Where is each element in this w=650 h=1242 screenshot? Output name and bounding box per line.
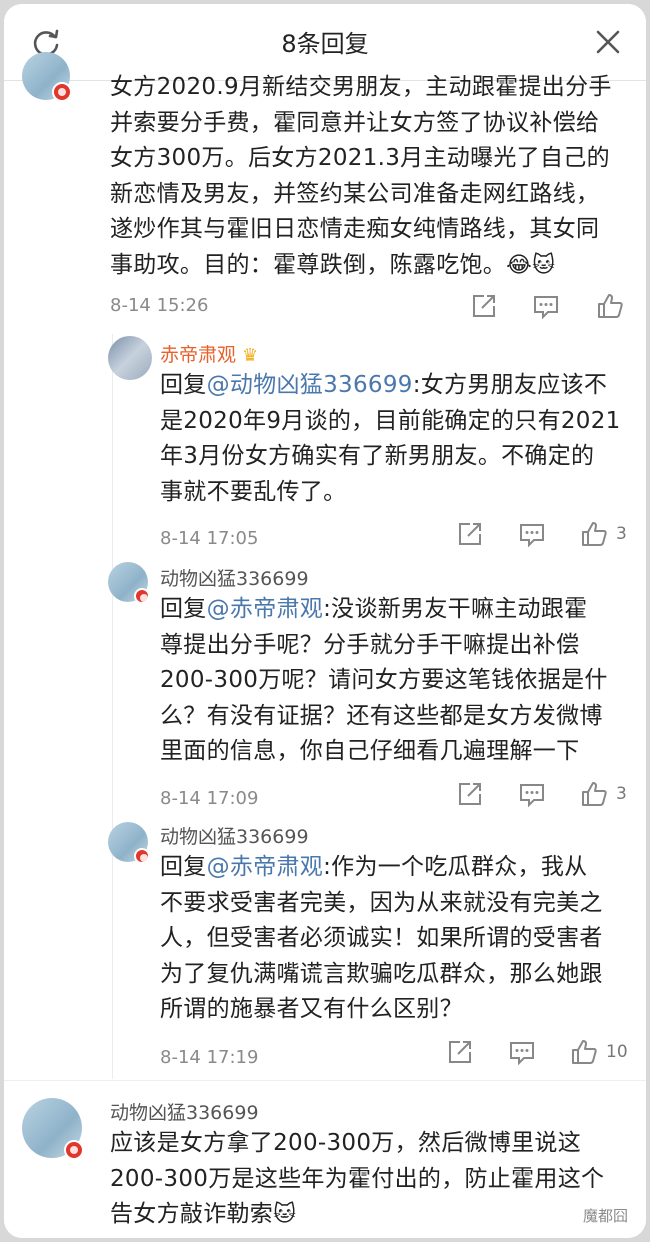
mention-link[interactable]: @赤帝肃观 [207,596,324,622]
username[interactable]: 动物凶猛336699 [110,1098,259,1125]
avatar[interactable] [22,52,72,102]
share-icon[interactable] [456,520,484,548]
laugh-cat-emoji-icon: 😂🐱 [506,252,556,278]
comment-actions [470,292,630,322]
reply-actions: 10 [446,1038,636,1068]
crown-icon: ♛ [242,345,259,366]
like-icon[interactable] [570,1038,598,1066]
like-count: 3 [616,524,627,544]
share-icon[interactable] [446,1038,474,1066]
reply-time: 8-14 17:19 [160,1047,259,1068]
username[interactable]: 动物凶猛336699 [160,822,309,849]
watermark: 魔都囧 [582,1207,628,1225]
like-count: 10 [606,1042,628,1062]
comment-text: 应该是女方拿了200-300万，然后微博里说这 200-300万是这些年为霍付出… [110,1126,640,1233]
panel-title: 8条回复 [281,30,369,58]
verified-badge-icon [134,588,150,604]
reply-text: 回复@赤帝肃观:没谈新男友干嘛主动跟霍 尊提出分手呢？分手就分手干嘛提出补偿 2… [160,596,608,764]
mention-link[interactable]: @动物凶猛336699 [207,372,413,398]
verified-badge-icon [52,82,72,102]
comment-text: 女方2020.9月新结交男朋友，主动跟霍提出分手 并索要分手费，霍同意并让女方签… [110,70,640,283]
verified-badge-icon [134,848,150,864]
comment-replies-panel: 8条回复 女方2020.9月新结交男朋友，主动跟霍提出分手 并索要分手费，霍同意… [4,4,646,1238]
comment-icon[interactable] [518,520,546,548]
close-icon[interactable] [592,26,624,58]
reply-text: 回复@动物凶猛336699:女方男朋友应该不 是2020年9月谈的，目前能确定的… [160,372,621,505]
avatar[interactable] [108,336,152,380]
reply-time: 8-14 17:09 [160,788,259,809]
like-count: 3 [616,784,627,804]
avatar[interactable] [108,562,150,604]
section-divider [4,1080,646,1081]
like-icon[interactable] [580,520,608,548]
like-icon[interactable] [580,780,608,808]
reply-time: 8-14 17:05 [160,528,259,549]
avatar[interactable] [108,822,150,864]
mention-link[interactable]: @赤帝肃观 [207,854,324,880]
like-icon[interactable] [596,292,624,320]
verified-badge-icon [64,1140,84,1160]
cat-emoji-icon: 🐱 [273,1202,297,1227]
reply-actions: 3 [456,780,636,810]
reply-text: 回复@赤帝肃观:作为一个吃瓜群众，我从 不要求受害者完美，因为从来就没有完美之 … [160,854,603,1022]
share-icon[interactable] [470,292,498,320]
share-icon[interactable] [456,780,484,808]
comment-icon[interactable] [508,1038,536,1066]
comment-icon[interactable] [532,292,560,320]
username[interactable]: 赤帝肃观 ♛ [160,340,258,367]
username[interactable]: 动物凶猛336699 [160,564,309,591]
avatar[interactable] [22,1098,84,1160]
thread-divider [112,334,113,1079]
comment-time: 8-14 15:26 [110,295,209,316]
comment-icon[interactable] [518,780,546,808]
reply-actions: 3 [456,520,636,550]
